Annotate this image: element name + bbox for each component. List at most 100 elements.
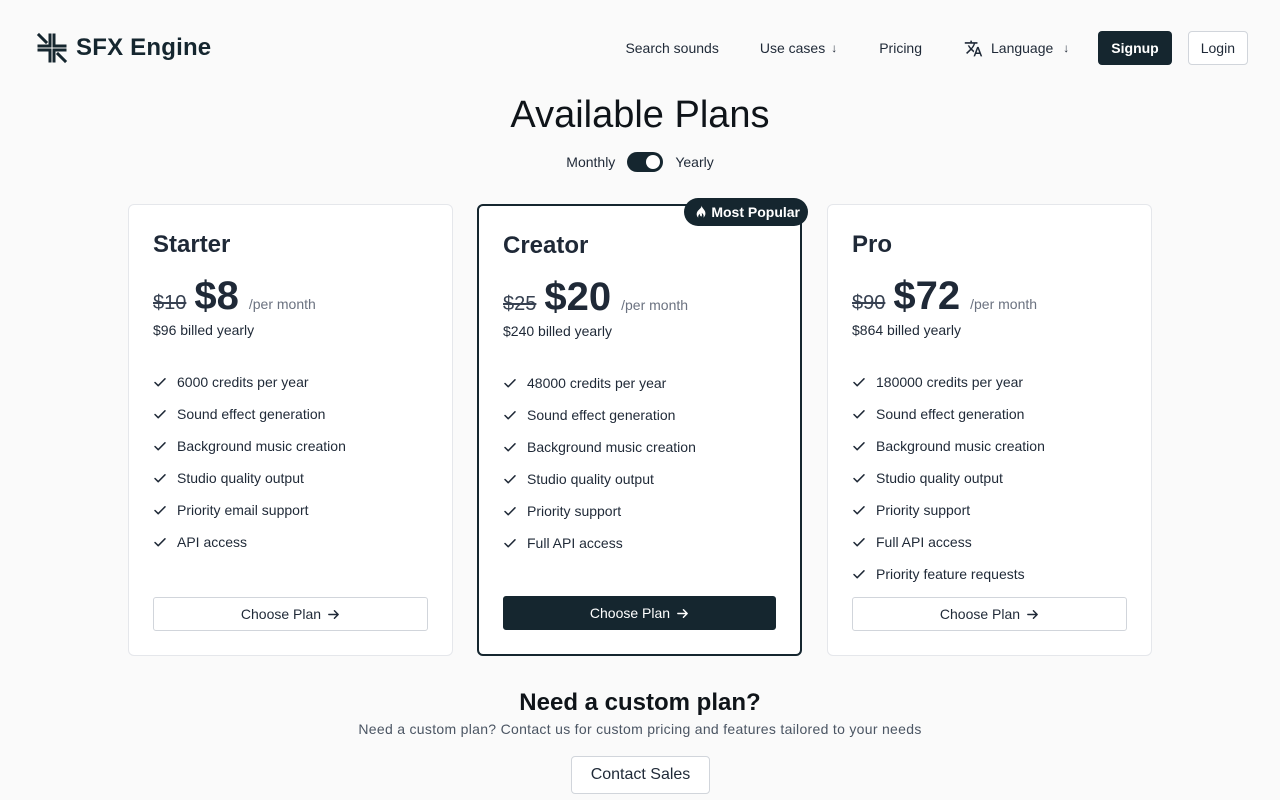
billing-period-toggle[interactable] [627, 152, 664, 172]
choose-plan-label: Choose Plan [939, 606, 1021, 622]
feature-label: Studio quality output [527, 471, 654, 487]
plan-name: Starter [153, 231, 231, 258]
plan-card-starter: Starter $10 $8 /per month $96 billed yea… [128, 204, 453, 656]
feature-list: 48000 credits per year Sound effect gener… [503, 367, 776, 559]
choose-plan-label: Choose Plan [240, 606, 322, 622]
choose-plan-label: Choose Plan [589, 605, 671, 621]
feature-item: 6000 credits per year [153, 366, 428, 398]
check-icon [504, 475, 516, 484]
feature-item: API access [153, 526, 428, 558]
arrow-down-icon: ↓ [831, 41, 838, 55]
feature-label: Sound effect generation [876, 406, 1025, 422]
feature-item: Sound effect generation [503, 399, 776, 431]
check-icon [853, 538, 865, 547]
check-icon [853, 506, 865, 515]
plan-card-creator: Most Popular Creator $25 $20 /per month … [477, 198, 808, 656]
nav-search-sounds[interactable]: Search sounds [625, 31, 718, 65]
price-row: $25 $20 /per month [503, 277, 776, 317]
nav-language-dropdown[interactable]: Language ↓ [964, 31, 1069, 65]
arrow-right-icon [1027, 609, 1038, 619]
feature-label: Priority support [876, 502, 971, 518]
feature-item: Priority email support [153, 494, 428, 526]
choose-plan-button-starter[interactable]: Choose Plan [153, 597, 428, 631]
top-nav: SFX Engine Search sounds Use cases ↓ Pri… [0, 0, 1280, 96]
arrow-down-icon: ↓ [1063, 41, 1070, 55]
check-icon [154, 442, 166, 451]
check-icon [504, 411, 516, 420]
check-icon [154, 538, 166, 547]
feature-label: Full API access [527, 535, 623, 551]
arrow-right-icon [328, 609, 339, 619]
feature-item: Background music creation [852, 430, 1127, 462]
feature-item: 48000 credits per year [503, 367, 776, 399]
login-button[interactable]: Login [1187, 31, 1248, 65]
custom-plan-title: Need a custom plan? [519, 689, 761, 716]
feature-label: Priority feature requests [876, 566, 1025, 582]
signup-button[interactable]: Signup [1098, 31, 1172, 65]
price-row: $90 $72 /per month [852, 276, 1127, 316]
feature-label: API access [177, 534, 248, 550]
check-icon [853, 378, 865, 387]
most-popular-badge: Most Popular [684, 198, 808, 226]
feature-item: Studio quality output [153, 462, 428, 494]
price-period: /per month [248, 296, 316, 312]
feature-label: Full API access [876, 534, 972, 550]
feature-label: 6000 credits per year [177, 374, 309, 390]
old-price: $10 [153, 292, 187, 314]
page-title: Available Plans [510, 94, 770, 136]
check-icon [504, 539, 516, 548]
check-icon [504, 379, 516, 388]
choose-plan-button-pro[interactable]: Choose Plan [852, 597, 1127, 631]
price-row: $10 $8 /per month [153, 276, 428, 316]
monthly-label: Monthly [566, 154, 616, 170]
current-price: $72 [893, 274, 961, 318]
feature-label: Background music creation [177, 438, 346, 454]
check-icon [853, 442, 865, 451]
choose-plan-button-creator[interactable]: Choose Plan [503, 596, 776, 630]
feature-list: 6000 credits per year Sound effect genera… [153, 366, 428, 558]
check-icon [154, 506, 166, 515]
feature-item: Background music creation [153, 430, 428, 462]
feature-label: Priority support [527, 503, 622, 519]
check-icon [504, 443, 516, 452]
feature-item: Background music creation [503, 431, 776, 463]
brand-logo-link[interactable]: SFX Engine [36, 32, 211, 64]
check-icon [154, 474, 166, 483]
nav-links: Search sounds Use cases ↓ Pricing Langua… [625, 31, 1248, 65]
yearly-label: Yearly [675, 154, 714, 170]
nav-language-label: Language [991, 40, 1054, 56]
translate-icon [964, 40, 983, 56]
feature-label: Background music creation [876, 438, 1045, 454]
plan-name: Creator [503, 232, 589, 259]
feature-label: Priority email support [177, 502, 309, 518]
check-icon [853, 570, 865, 579]
nav-pricing[interactable]: Pricing [879, 31, 922, 65]
feature-item: Sound effect generation [153, 398, 428, 430]
nav-use-cases-dropdown[interactable]: Use cases ↓ [760, 31, 837, 65]
feature-item: Priority support [852, 494, 1127, 526]
feature-item: Sound effect generation [852, 398, 1127, 430]
nav-use-cases-label: Use cases [759, 40, 826, 56]
feature-label: Studio quality output [177, 470, 304, 486]
feature-list: 180000 credits per year Sound effect gene… [852, 366, 1127, 590]
contact-sales-button[interactable]: Contact Sales [571, 756, 710, 794]
billed-yearly-note: $96 billed yearly [153, 322, 255, 338]
feature-label: Background music creation [527, 439, 696, 455]
billed-yearly-note: $864 billed yearly [852, 322, 961, 338]
toggle-knob [646, 155, 661, 169]
check-icon [504, 507, 516, 516]
feature-label: Studio quality output [876, 470, 1003, 486]
feature-item: Full API access [503, 527, 776, 559]
feature-item: Priority support [503, 495, 776, 527]
feature-label: 48000 credits per year [527, 375, 667, 391]
price-period: /per month [970, 296, 1038, 312]
old-price: $90 [852, 292, 886, 314]
arrow-right-icon [677, 608, 688, 618]
badge-label: Most Popular [711, 204, 800, 220]
brand-name: SFX Engine [76, 34, 212, 61]
feature-label: Sound effect generation [527, 407, 676, 423]
current-price: $20 [544, 275, 612, 319]
feature-item: Studio quality output [503, 463, 776, 495]
plan-name: Pro [852, 231, 893, 258]
custom-plan-subtitle: Need a custom plan? Contact us for custo… [358, 721, 922, 737]
